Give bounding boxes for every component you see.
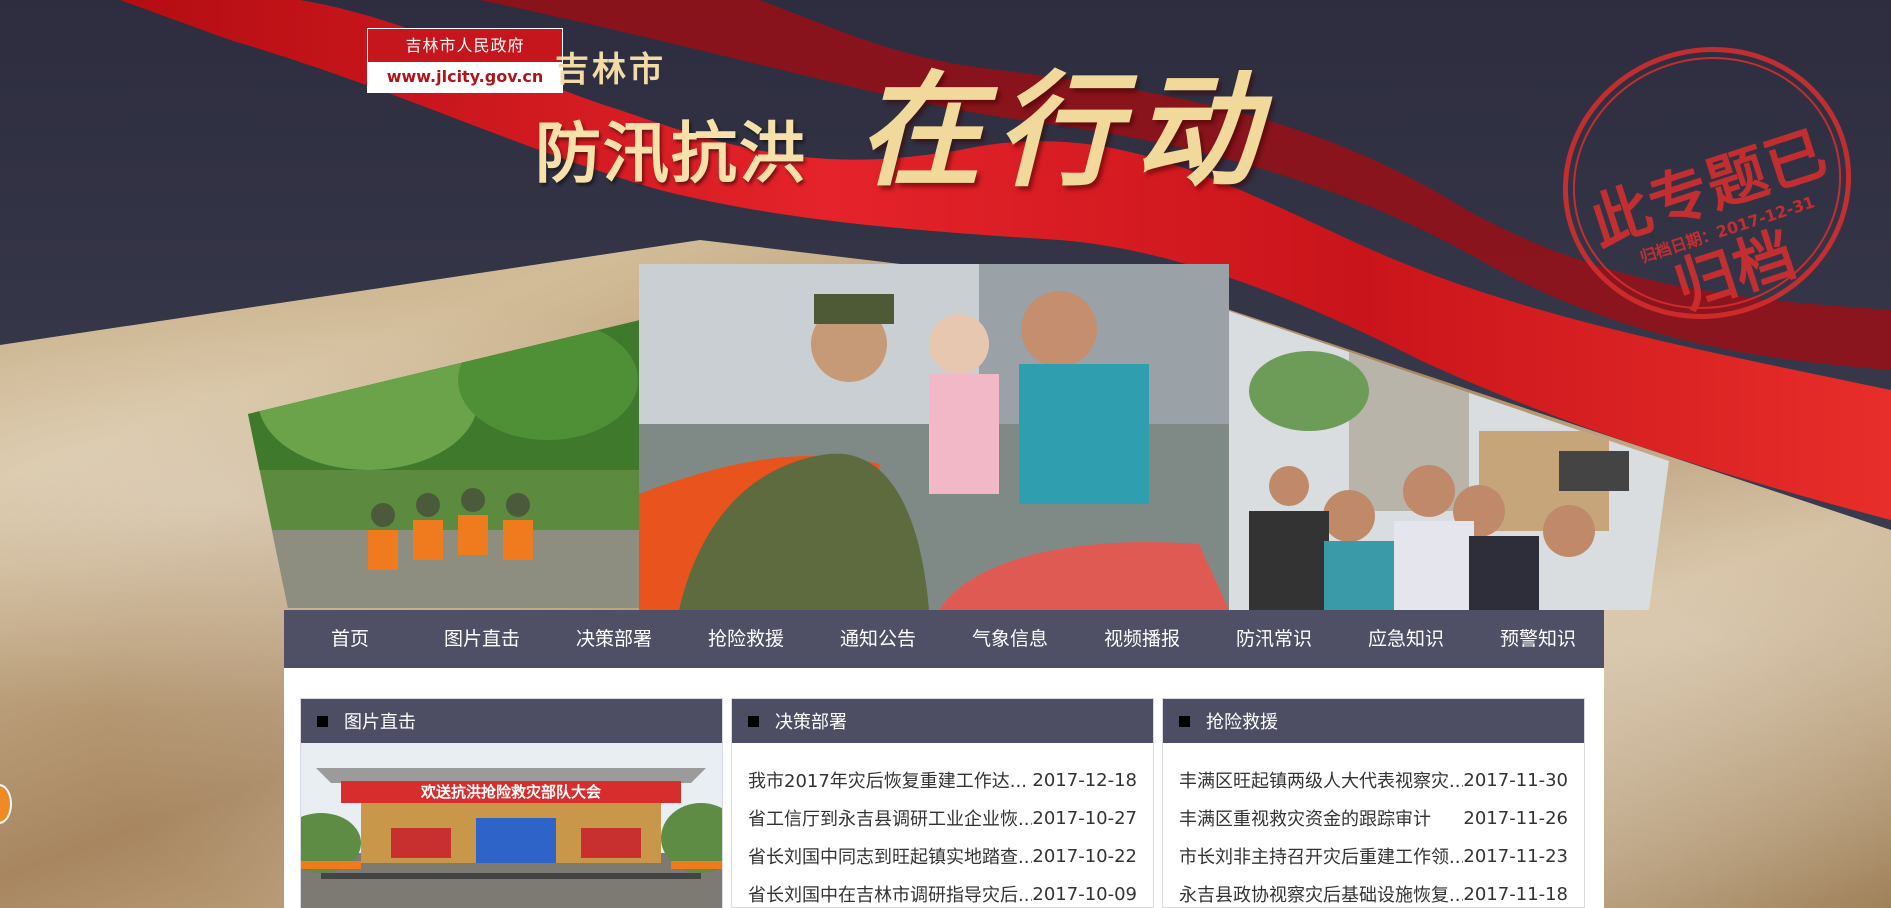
nav-item-weather[interactable]: 气象信息 [944,610,1076,668]
soldier-child-rescue-photo [639,264,1229,610]
news-title: 省长刘国中在吉林市调研指导灾后... [748,885,1033,906]
square-bullet-icon [1179,715,1190,727]
panel-decisions-title: 决策部署 [775,712,847,733]
news-title: 市长刘非主持召开灾后重建工作领... [1179,847,1464,868]
news-item[interactable]: 丰满区重视救灾资金的跟踪审计 2017-11-26 [1179,799,1568,837]
banner-slogan: 在行动 [858,59,1273,204]
news-item[interactable]: 省长刘国中同志到旺起镇实地踏查... 2017-10-22 [748,837,1137,875]
decisions-news-list: 我市2017年灾后恢复重建工作达... 2017-12-18 省工信厅到永吉县调研… [732,743,1153,908]
nav-item-notices[interactable]: 通知公告 [812,610,944,668]
news-date: 2017-12-18 [1032,769,1137,791]
news-date: 2017-11-26 [1463,807,1568,829]
nav-item-rescue[interactable]: 抢险救援 [680,610,812,668]
panel-pictures: 图片直击 欢送抗洪抢险救灾部队大会 [300,698,723,908]
news-item[interactable]: 永吉县政协视察灾后基础设施恢复... 2017-11-18 [1179,875,1568,908]
nav-item-pictures[interactable]: 图片直击 [416,610,548,668]
rescue-news-list: 丰满区旺起镇两级人大代表视察灾... 2017-11-30 丰满区重视救灾资金的跟… [1163,743,1584,908]
panel-rescue-title: 抢险救援 [1206,712,1278,733]
news-item[interactable]: 我市2017年灾后恢复重建工作达... 2017-12-18 [748,761,1137,799]
panel-rescue-header[interactable]: 抢险救援 [1163,699,1584,743]
nav-item-home[interactable]: 首页 [284,610,416,668]
ceremony-banner-text: 欢送抗洪抢险救灾部队大会 [420,783,601,801]
square-bullet-icon [317,715,328,727]
news-date: 2017-11-18 [1463,883,1568,905]
news-date: 2017-11-23 [1463,845,1568,867]
news-title: 丰满区重视救灾资金的跟踪审计 [1179,809,1431,830]
news-item[interactable]: 市长刘非主持召开灾后重建工作领... 2017-11-23 [1179,837,1568,875]
nav-item-decisions[interactable]: 决策部署 [548,610,680,668]
news-date: 2017-10-27 [1032,807,1137,829]
panel-rescue: 抢险救援 丰满区旺起镇两级人大代表视察灾... 2017-11-30 丰满区重视救… [1162,698,1585,908]
news-title: 永吉县政协视察灾后基础设施恢复... [1179,885,1464,906]
square-bullet-icon [748,715,759,727]
site-logo-badge[interactable]: 吉林市人民政府 www.jlcity.gov.cn [367,28,563,93]
news-title: 我市2017年灾后恢复重建工作达... [748,771,1027,792]
slider-photo-center[interactable] [639,264,1229,610]
news-item[interactable]: 省工信厅到永吉县调研工业企业恢... 2017-10-27 [748,799,1137,837]
main-nav: 首页 图片直击 决策部署 抢险救援 通知公告 气象信息 视频播报 防汛常识 应急… [284,610,1604,668]
panel-decisions-header[interactable]: 决策部署 [732,699,1153,743]
site-name: 吉林市人民政府 [368,29,562,62]
content-area: 图片直击 欢送抗洪抢险救灾部队大会 决策部署 我市2017年灾后恢复重建工作达.… [284,668,1604,908]
banner-city: 吉林市 [555,50,666,90]
news-title: 省长刘国中同志到旺起镇实地踏查... [748,847,1033,868]
news-date: 2017-10-09 [1032,883,1137,905]
news-item[interactable]: 省长刘国中在吉林市调研指导灾后... 2017-10-09 [748,875,1137,908]
nav-item-video[interactable]: 视频播报 [1076,610,1208,668]
news-title: 省工信厅到永吉县调研工业企业恢... [748,809,1033,830]
panel-decisions: 决策部署 我市2017年灾后恢复重建工作达... 2017-12-18 省工信厅到… [731,698,1154,908]
panel-pictures-header[interactable]: 图片直击 [301,699,722,743]
nav-item-flood-knowledge[interactable]: 防汛常识 [1208,610,1340,668]
nav-item-emergency-knowledge[interactable]: 应急知识 [1340,610,1472,668]
news-date: 2017-11-30 [1463,769,1568,791]
banner-title: 防汛抗洪 [535,115,807,192]
farewell-ceremony-photo: 欢送抗洪抢险救灾部队大会 [301,743,722,908]
featured-picture[interactable]: 欢送抗洪抢险救灾部队大会 [301,743,722,908]
nav-item-warning-knowledge[interactable]: 预警知识 [1472,610,1604,668]
panel-pictures-title: 图片直击 [344,712,416,733]
news-date: 2017-10-22 [1032,845,1137,867]
news-title: 丰满区旺起镇两级人大代表视察灾... [1179,771,1464,792]
news-item[interactable]: 丰满区旺起镇两级人大代表视察灾... 2017-11-30 [1179,761,1568,799]
site-url: www.jlcity.gov.cn [368,62,562,92]
